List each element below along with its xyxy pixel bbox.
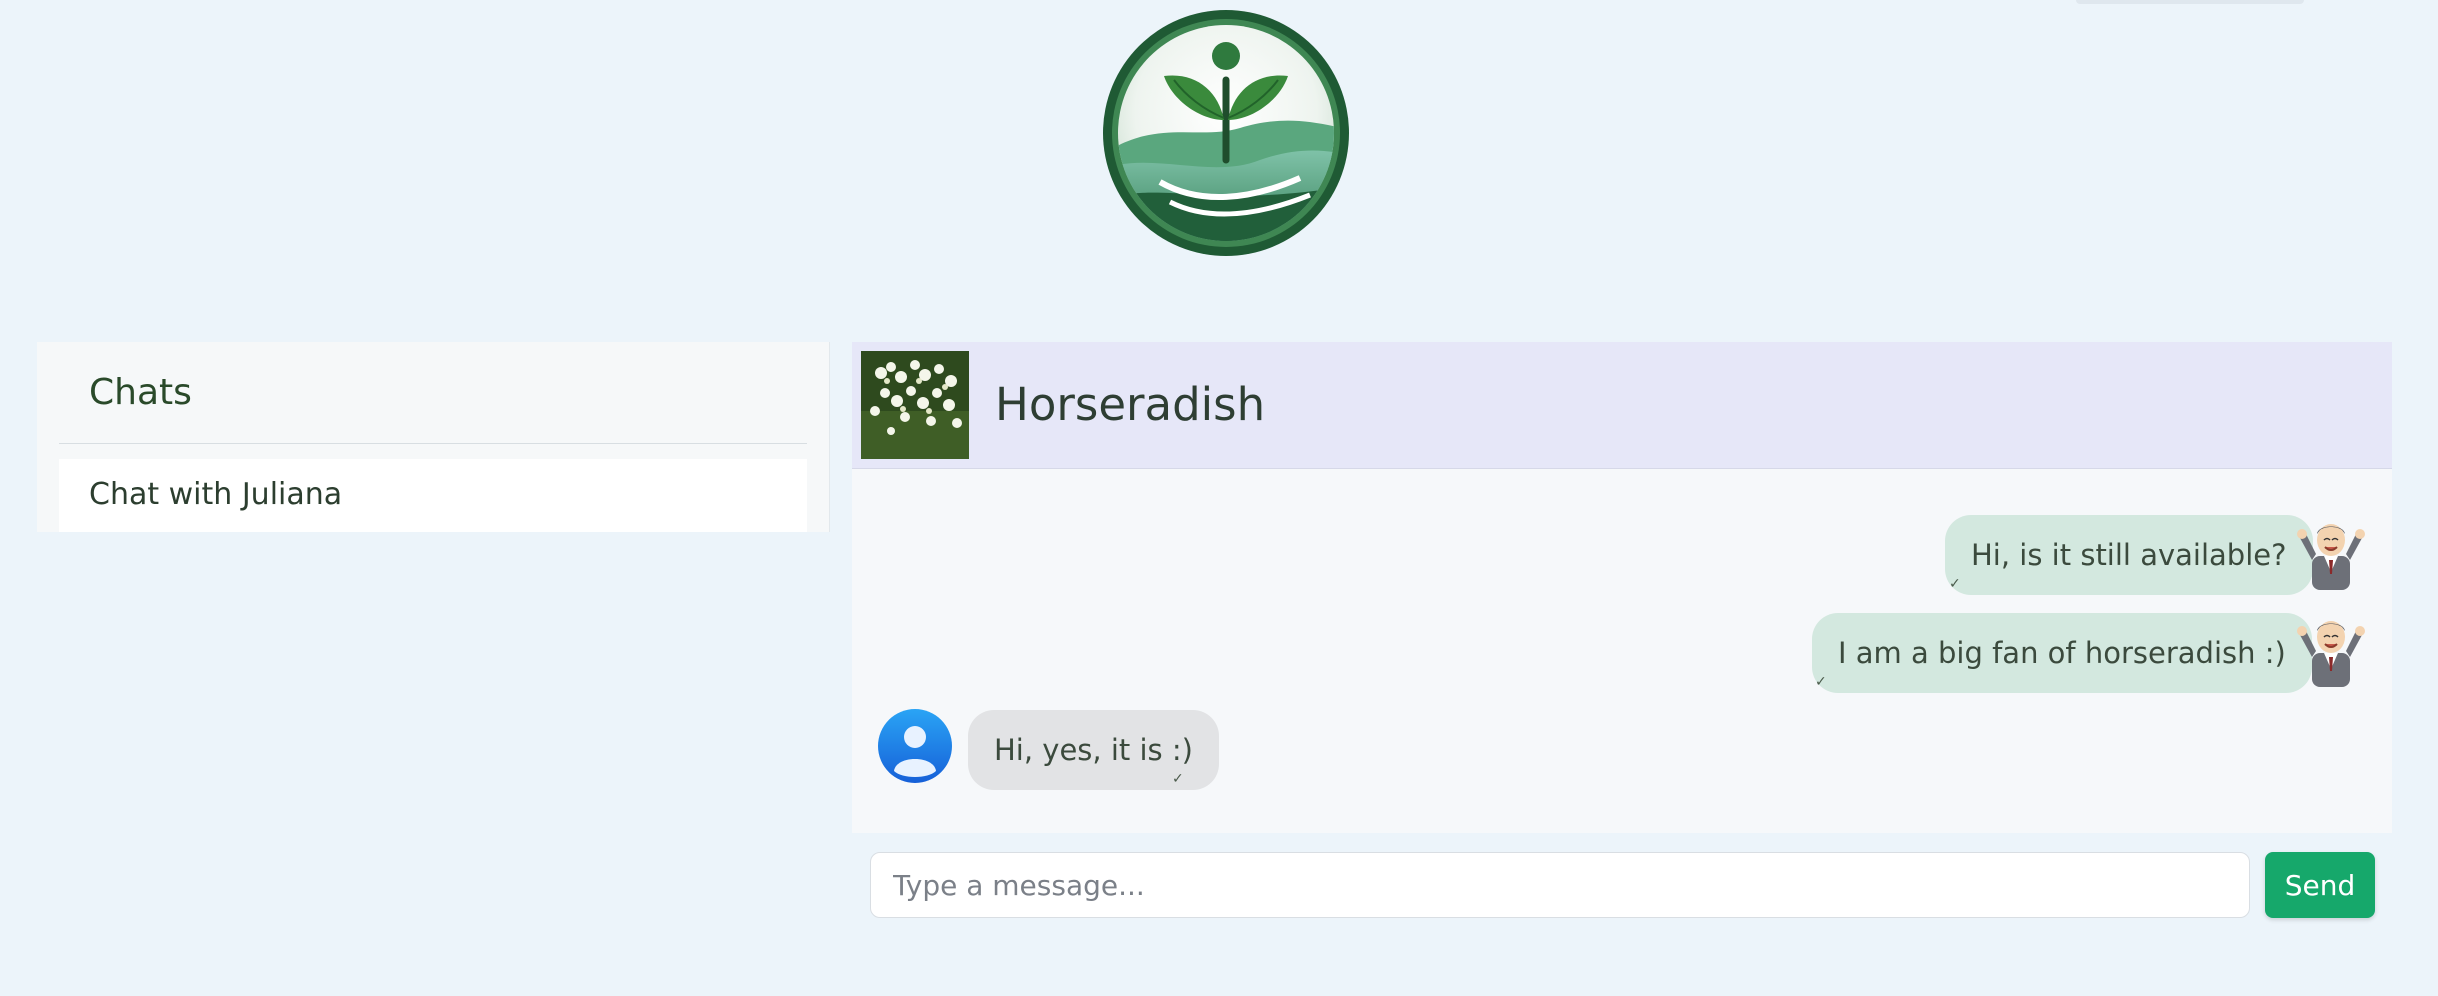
app-root: Chats Chat with Juliana Horseradish Hi, …: [0, 0, 2438, 996]
message-input[interactable]: [870, 852, 2250, 918]
chat-panel: Horseradish Hi, is it still available? ✓…: [852, 342, 2392, 833]
send-button[interactable]: Send: [2265, 852, 2375, 918]
message-text: Hi, is it still available?: [1971, 538, 2287, 572]
message-text: I am a big fan of horseradish :): [1838, 636, 2286, 670]
chat-header: Horseradish: [852, 342, 2392, 469]
chats-sidebar: Chats Chat with Juliana: [37, 342, 830, 532]
top-tab[interactable]: [2076, 0, 2304, 4]
message-bubble-outgoing: I am a big fan of horseradish :): [1812, 613, 2312, 693]
read-check-icon: ✓: [1949, 576, 1961, 592]
read-check-icon: ✓: [1815, 674, 1827, 690]
user-avatar-icon: [878, 709, 952, 783]
sidebar-divider: [59, 443, 807, 444]
chat-list-item-label: Chat with Juliana: [89, 477, 343, 512]
horseradish-flowers-thumbnail: [861, 351, 969, 459]
message-text: Hi, yes, it is :): [994, 733, 1193, 767]
cartoon-man-avatar-icon: [2297, 524, 2365, 590]
cartoon-man-avatar-icon: [2297, 621, 2365, 687]
sidebar-title: Chats: [89, 372, 192, 413]
read-check-icon: ✓: [1172, 771, 1184, 787]
chat-list-item-juliana[interactable]: Chat with Juliana: [59, 459, 807, 532]
message-bubble-outgoing: Hi, is it still available?: [1945, 515, 2313, 595]
plant-sprout-logo-icon: [1103, 10, 1349, 256]
chat-title: Horseradish: [995, 378, 1266, 431]
